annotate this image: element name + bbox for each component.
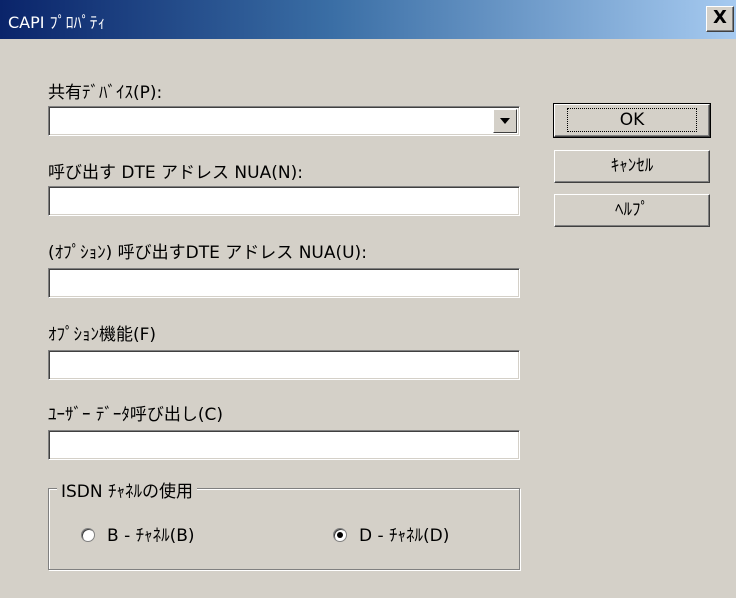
- shared-device-label: 共有ﾃﾞﾊﾞｲｽ(P):: [48, 83, 163, 103]
- shared-device-combobox[interactable]: [48, 106, 520, 136]
- cancel-button[interactable]: ｷｬﾝｾﾙ: [554, 150, 710, 183]
- radio-checked-icon: [333, 528, 347, 542]
- close-button[interactable]: X: [706, 6, 734, 32]
- ok-button-label: OK: [566, 108, 698, 132]
- chevron-down-icon[interactable]: [493, 109, 517, 133]
- title-bar: CAPI ﾌﾟﾛﾊﾟﾃｨ X: [0, 0, 736, 39]
- d-channel-radio[interactable]: D - ﾁｬﾈﾙ(D): [333, 521, 449, 546]
- user-data-call-label: ﾕｰｻﾞｰ ﾃﾞｰﾀ呼び出し(C): [48, 405, 224, 425]
- optional-called-dte-nua-label: (ｵﾌﾟｼｮﾝ) 呼び出すDTE アドレス NUA(U):: [48, 243, 367, 263]
- isdn-channel-group-legend: ISDN ﾁｬﾈﾙの使用: [57, 477, 198, 502]
- b-channel-label: B - ﾁｬﾈﾙ(B): [107, 526, 195, 546]
- user-data-call-input[interactable]: [48, 430, 520, 460]
- radio-unchecked-icon: [81, 528, 95, 542]
- d-channel-label: D - ﾁｬﾈﾙ(D): [359, 526, 450, 546]
- help-button[interactable]: ﾍﾙﾌﾟ: [554, 194, 710, 227]
- optional-facilities-label: ｵﾌﾟｼｮﾝ機能(F): [48, 325, 157, 345]
- optional-called-dte-nua-input[interactable]: [48, 268, 520, 298]
- called-dte-nua-label: 呼び出す DTE アドレス NUA(N):: [48, 163, 303, 183]
- window-title: CAPI ﾌﾟﾛﾊﾟﾃｨ: [8, 13, 106, 32]
- close-icon: X: [713, 7, 727, 28]
- optional-facilities-input[interactable]: [48, 350, 520, 380]
- ok-button[interactable]: OK: [553, 103, 711, 138]
- called-dte-nua-input[interactable]: [48, 186, 520, 216]
- b-channel-radio[interactable]: B - ﾁｬﾈﾙ(B): [81, 521, 195, 546]
- isdn-channel-group: ISDN ﾁｬﾈﾙの使用 B - ﾁｬﾈﾙ(B) D - ﾁｬﾈﾙ(D): [48, 477, 520, 570]
- capi-properties-dialog: CAPI ﾌﾟﾛﾊﾟﾃｨ X 共有ﾃﾞﾊﾞｲｽ(P): 呼び出す DTE アドレ…: [0, 0, 736, 598]
